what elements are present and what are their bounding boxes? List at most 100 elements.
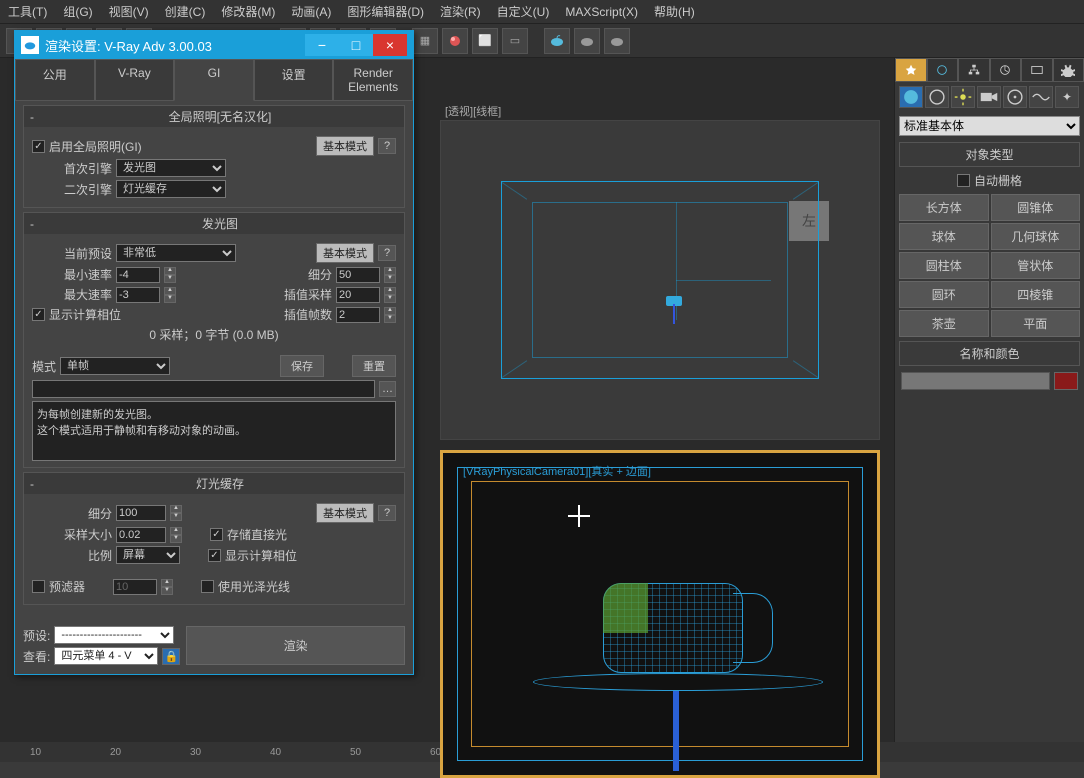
cmd-tab-create[interactable] xyxy=(895,58,927,82)
min-rate-label: 最小速率 xyxy=(32,266,112,283)
lc-samplesize-spinner[interactable]: 0.02 xyxy=(116,527,166,543)
secondary-engine-dropdown[interactable]: 灯光缓存 xyxy=(116,180,226,198)
lc-samplesize-label: 采样大小 xyxy=(32,526,112,543)
create-geometry-icon[interactable] xyxy=(899,86,923,108)
render-button[interactable]: 渲染 xyxy=(186,626,405,665)
lock-view-button[interactable]: 🔒 xyxy=(162,648,180,665)
dialog-titlebar[interactable]: 渲染设置: V-Ray Adv 3.00.03 − □ × xyxy=(15,31,413,59)
show-calc-checkbox[interactable]: ✓ xyxy=(32,308,45,321)
menu-help[interactable]: 帮助(H) xyxy=(654,3,695,20)
tool-material-icon[interactable] xyxy=(442,28,468,54)
rollout-irr-toggle[interactable]: - xyxy=(30,217,42,231)
prim-box-button[interactable]: 长方体 xyxy=(899,194,989,221)
interp-frames-label: 插值帧数 xyxy=(272,306,332,323)
tool-teapot-a-icon[interactable] xyxy=(574,28,600,54)
create-spacewarps-icon[interactable] xyxy=(1029,86,1053,108)
lc-help-button[interactable]: ? xyxy=(378,505,396,521)
tab-settings[interactable]: 设置 xyxy=(254,59,334,101)
prim-cylinder-button[interactable]: 圆柱体 xyxy=(899,252,989,279)
menu-modifiers[interactable]: 修改器(M) xyxy=(221,3,275,20)
viewport-perspective[interactable]: [透视][线框] 左 xyxy=(440,120,880,440)
autogrid-checkbox[interactable] xyxy=(957,174,970,187)
tab-common[interactable]: 公用 xyxy=(15,59,95,101)
lc-prefilter-checkbox[interactable] xyxy=(32,580,45,593)
tool-quick-render-icon[interactable] xyxy=(544,28,570,54)
create-lights-icon[interactable] xyxy=(951,86,975,108)
prim-geosphere-button[interactable]: 几何球体 xyxy=(991,223,1081,250)
menu-views[interactable]: 视图(V) xyxy=(109,3,149,20)
min-rate-spinner[interactable]: -4 xyxy=(116,267,160,283)
menu-tools[interactable]: 工具(T) xyxy=(8,3,47,20)
irr-save-button[interactable]: 保存 xyxy=(280,355,324,377)
menu-rendering[interactable]: 渲染(R) xyxy=(440,3,481,20)
lc-showcalc-checkbox[interactable]: ✓ xyxy=(208,549,221,562)
primary-engine-dropdown[interactable]: 发光图 xyxy=(116,159,226,177)
lc-storedirect-checkbox[interactable]: ✓ xyxy=(210,528,223,541)
irr-preset-dropdown[interactable]: 非常低 xyxy=(116,244,236,262)
menu-grapheditors[interactable]: 图形编辑器(D) xyxy=(347,3,424,20)
viewport-camera[interactable]: [VRayPhysicalCamera01][真实 + 边面] xyxy=(440,450,880,778)
max-rate-spinner[interactable]: -3 xyxy=(116,287,160,303)
enable-gi-checkbox[interactable]: ✓ xyxy=(32,140,45,153)
menu-maxscript[interactable]: MAXScript(X) xyxy=(565,5,638,19)
tool-schematic-icon[interactable]: ▦ xyxy=(412,28,438,54)
create-helpers-icon[interactable] xyxy=(1003,86,1027,108)
menu-animation[interactable]: 动画(A) xyxy=(291,3,331,20)
create-shapes-icon[interactable] xyxy=(925,86,949,108)
tool-render-frame-icon[interactable]: ▭ xyxy=(502,28,528,54)
cmd-tab-modify[interactable] xyxy=(927,58,959,82)
lc-subdivs-spinner[interactable]: 100 xyxy=(116,505,166,521)
lc-prefilter-spinner[interactable]: 10 xyxy=(113,579,157,595)
tool-render-setup-icon[interactable]: ⬜ xyxy=(472,28,498,54)
gi-mode-button[interactable]: 基本模式 xyxy=(316,136,374,156)
object-name-input[interactable] xyxy=(901,372,1050,390)
irr-mode-button[interactable]: 基本模式 xyxy=(316,243,374,263)
prim-teapot-button[interactable]: 茶壶 xyxy=(899,310,989,337)
irr-reset-button[interactable]: 重置 xyxy=(352,355,396,377)
tab-render-elements[interactable]: Render Elements xyxy=(333,59,413,101)
view-label: 查看: xyxy=(23,648,50,665)
lc-mode-button[interactable]: 基本模式 xyxy=(316,503,374,523)
cmd-tab-motion[interactable] xyxy=(990,58,1022,82)
prim-plane-button[interactable]: 平面 xyxy=(991,310,1081,337)
irr-file-path[interactable] xyxy=(32,380,375,398)
rollout-lc-toggle[interactable]: - xyxy=(30,477,42,491)
view-dropdown[interactable]: 四元菜单 4 - V xyxy=(54,647,158,665)
prim-tube-button[interactable]: 管状体 xyxy=(991,252,1081,279)
irr-mode-dropdown[interactable]: 单帧 xyxy=(60,357,170,375)
menu-customize[interactable]: 自定义(U) xyxy=(497,3,550,20)
irr-help-button[interactable]: ? xyxy=(378,245,396,261)
prim-torus-button[interactable]: 圆环 xyxy=(899,281,989,308)
lc-scale-dropdown[interactable]: 屏幕 xyxy=(116,546,180,564)
cmd-tab-utilities[interactable] xyxy=(1053,58,1084,82)
rollout-irradiance: -发光图 当前预设 非常低 基本模式 ? 最小速率 -4 ▲▼ 细分 50 ▲▼ xyxy=(23,212,405,468)
gi-help-button[interactable]: ? xyxy=(378,138,396,154)
prim-pyramid-button[interactable]: 四棱锥 xyxy=(991,281,1081,308)
minimize-button[interactable]: − xyxy=(305,34,339,56)
rollout-gi-toggle[interactable]: - xyxy=(30,110,42,124)
create-systems-icon[interactable]: ✦ xyxy=(1055,86,1079,108)
menu-create[interactable]: 创建(C) xyxy=(165,3,206,20)
cmd-tab-display[interactable] xyxy=(1021,58,1053,82)
prim-cone-button[interactable]: 圆锥体 xyxy=(991,194,1081,221)
command-panel: ✦ 标准基本体 对象类型 自动栅格 长方体 圆锥体 球体 几何球体 圆柱体 管状… xyxy=(894,58,1084,742)
rollout-lc-title: 灯光缓存 xyxy=(42,475,398,492)
tab-gi[interactable]: GI xyxy=(174,59,254,101)
maximize-button[interactable]: □ xyxy=(339,34,373,56)
lc-glossy-checkbox[interactable] xyxy=(201,580,214,593)
tab-vray[interactable]: V-Ray xyxy=(95,59,175,101)
create-cameras-icon[interactable] xyxy=(977,86,1001,108)
interp-frames-spinner[interactable]: 2 xyxy=(336,307,380,323)
irr-browse-button[interactable]: … xyxy=(379,381,396,397)
tool-teapot-b-icon[interactable] xyxy=(604,28,630,54)
interp-samples-spinner[interactable]: 20 xyxy=(336,287,380,303)
geometry-category-dropdown[interactable]: 标准基本体 xyxy=(899,116,1080,136)
menu-group[interactable]: 组(G) xyxy=(63,3,92,20)
cmd-tab-hierarchy[interactable] xyxy=(958,58,990,82)
close-button[interactable]: × xyxy=(373,34,407,56)
preset-dropdown[interactable]: ---------------------- xyxy=(54,626,174,644)
object-color-swatch[interactable] xyxy=(1054,372,1078,390)
subdivs-spinner[interactable]: 50 xyxy=(336,267,380,283)
prim-sphere-button[interactable]: 球体 xyxy=(899,223,989,250)
lc-prefilter-label: 预滤器 xyxy=(49,578,85,595)
